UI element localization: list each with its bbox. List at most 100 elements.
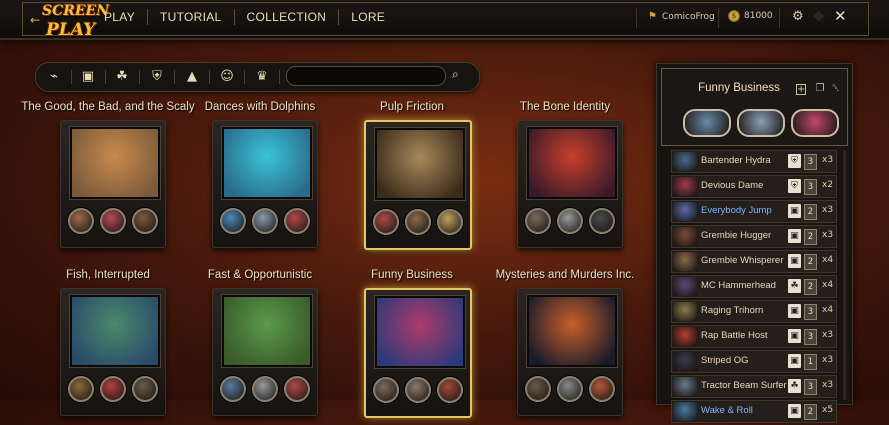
deck-tile[interactable]: Mysteries and Murders Inc. [490,269,640,416]
mask-icon[interactable]: ☺ [216,67,238,87]
card-count: x5 [822,405,834,415]
creature-icon[interactable]: ☘ [111,67,133,87]
deck-art [375,296,465,368]
deck-box[interactable] [60,120,166,248]
pyramid-icon[interactable]: ▲ [181,67,203,87]
divider [779,8,780,28]
hero-avatar[interactable] [220,376,246,402]
deck-box[interactable] [212,288,318,416]
deck-tile[interactable]: Fast & Opportunistic [185,269,335,416]
hero-avatar[interactable] [437,209,463,235]
divider [718,8,719,28]
deck-card-row[interactable]: Grembie Whisperer ▣ 2 x4 [671,250,837,273]
deck-card-row[interactable]: MC Hammerhead ☘ 2 x4 [671,275,837,298]
hero-avatar[interactable] [557,376,583,402]
hero-avatar[interactable] [373,209,399,235]
deck-card-row[interactable]: Devious Dame ⛨ 3 x2 [671,175,837,198]
add-icon[interactable]: + [796,84,806,95]
hero-avatar[interactable] [252,376,278,402]
search-icon[interactable]: ⌕ [452,67,459,82]
close-icon[interactable]: ✕ [834,7,847,25]
hero-avatar[interactable] [525,208,551,234]
deck-card-row[interactable]: Raging Trihorn ▣ 3 x4 [671,300,837,323]
deck-card-row[interactable]: Bartender Hydra ⛨ 3 x3 [671,150,837,173]
hero-avatar[interactable] [100,208,126,234]
deck-hero-2[interactable] [737,109,785,137]
deck-card-row[interactable]: Rap Battle Host ▣ 3 x3 [671,325,837,348]
hero-avatar[interactable] [100,376,126,402]
hero-avatar[interactable] [589,208,615,234]
deck-card-row[interactable]: Wake & Roll ▣ 2 x5 [671,400,837,423]
deck-art [222,127,312,199]
creature-icon: ☘ [788,379,801,393]
nav-lore[interactable]: LORE [339,10,397,24]
trash-icon[interactable]: ␡ [831,83,841,95]
hero-avatar[interactable] [252,208,278,234]
hero-avatar[interactable] [525,376,551,402]
hero-avatar[interactable] [557,208,583,234]
deck-tile[interactable]: Dances with Dolphins [185,101,335,248]
card-name: Rap Battle Host [701,330,768,341]
deck-title: The Bone Identity [519,101,611,113]
deck-tile[interactable]: Funny Business [337,269,487,418]
card-name: MC Hammerhead [701,280,776,291]
deck-card-row[interactable]: Striped OG ▣ 1 x3 [671,350,837,373]
deck-box[interactable] [517,288,623,416]
deck-card-row[interactable]: Tractor Beam Surfer ☘ 3 x3 [671,375,837,398]
nav-collection[interactable]: COLLECTION [235,10,339,24]
hero-avatar[interactable] [132,208,158,234]
gear-icon[interactable]: ⚙ [792,9,804,24]
deck-art [527,127,617,199]
hero-avatar[interactable] [132,376,158,402]
crown-icon[interactable]: ♛ [251,67,273,87]
deck-tile[interactable]: The Good, the Bad, and the Scaly [21,101,195,248]
nav-tutorial[interactable]: TUTORIAL [148,10,234,24]
hero-avatar[interactable] [284,208,310,234]
deck-title: Mysteries and Murders Inc. [495,269,635,281]
hero-avatar[interactable] [68,376,94,402]
card-thumbnail [673,152,697,171]
deck-tile[interactable]: The Bone Identity [490,101,640,248]
card-name: Grembie Hugger [701,230,772,241]
card-list-scrollbar[interactable] [843,150,846,400]
card-icon[interactable]: ▣ [77,67,99,87]
filter-divider [244,70,245,84]
shield-icon[interactable]: ⛨ [146,67,168,87]
main-nav: PLAY TUTORIAL COLLECTION LORE [92,9,397,25]
filter-divider [209,70,210,84]
hero-avatar[interactable] [68,208,94,234]
deck-box[interactable] [60,288,166,416]
deck-card-row[interactable]: Everybody Jump ▣ 2 x3 [671,200,837,223]
copy-icon[interactable]: ❐ [815,83,825,95]
deck-box[interactable] [364,120,472,250]
hero-avatar[interactable] [373,377,399,403]
hero-avatar[interactable] [405,209,431,235]
card-count: x3 [822,205,834,215]
nav-play[interactable]: PLAY [92,10,147,24]
card-cost: 3 [804,154,817,170]
user-profile[interactable]: ⚑ ComicoFrog [648,11,715,22]
card-count: x3 [822,155,834,165]
deck-tile[interactable]: Fish, Interrupted [33,269,183,416]
hero-avatar[interactable] [589,376,615,402]
deck-tile[interactable]: Pulp Friction [337,101,487,250]
deck-box[interactable] [212,120,318,248]
deck-box[interactable] [364,288,472,418]
hero-avatar[interactable] [284,376,310,402]
card-name: Tractor Beam Surfer [701,380,787,391]
card-name: Wake & Roll [701,405,753,416]
card-icon: ▣ [788,229,801,243]
deck-hero-3[interactable] [791,109,839,137]
card-cost: 2 [804,229,817,245]
app-logo[interactable]: ← SCREEN PLAY [30,3,109,43]
hero-avatar[interactable] [405,377,431,403]
card-cost: 2 [804,254,817,270]
deck-hero-1[interactable] [683,109,731,137]
shield-icon: ⛨ [788,154,801,168]
gun-icon[interactable]: ⌁ [43,67,65,87]
deck-box[interactable] [517,120,623,248]
hero-avatar[interactable] [437,377,463,403]
hero-avatar[interactable] [220,208,246,234]
search-input[interactable] [286,66,446,86]
deck-card-row[interactable]: Grembie Hugger ▣ 2 x3 [671,225,837,248]
